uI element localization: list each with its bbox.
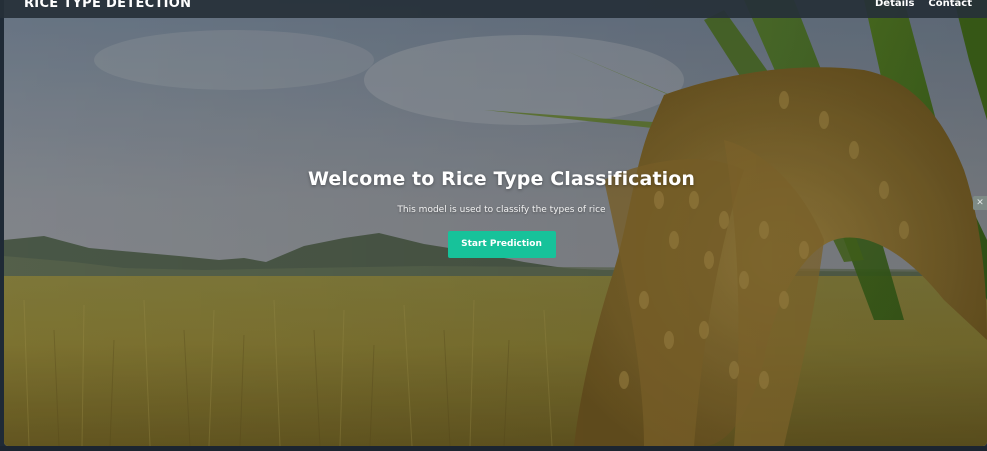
hero-subtitle: This model is used to classify the types… <box>397 205 606 215</box>
nav-link-details[interactable]: Details <box>875 0 914 9</box>
start-prediction-button[interactable]: Start Prediction <box>447 231 556 258</box>
hero-title: Welcome to Rice Type Classification <box>307 168 696 190</box>
brand-logo-text[interactable]: RICE TYPE DETECTION <box>24 0 191 11</box>
bottom-border <box>0 446 987 451</box>
browser-viewport: Welcome to Rice Type Classification This… <box>0 0 987 451</box>
close-icon[interactable]: ✕ <box>973 196 987 210</box>
navbar: RICE TYPE DETECTION Details Contact <box>0 0 987 18</box>
hero-content: Welcome to Rice Type Classification This… <box>4 168 987 258</box>
nav-links: Details Contact <box>875 0 972 9</box>
nav-link-contact[interactable]: Contact <box>928 0 972 9</box>
hero-section: Welcome to Rice Type Classification This… <box>4 0 987 446</box>
